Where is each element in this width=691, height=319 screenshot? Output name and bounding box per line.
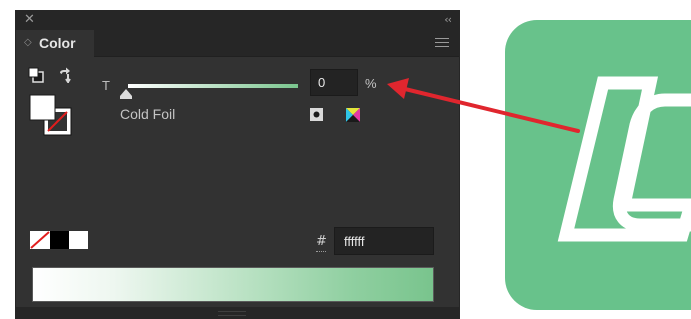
panel-menu-icon[interactable]: [435, 38, 449, 48]
hex-value-input[interactable]: ffffff: [334, 227, 434, 255]
spot-color-name: Cold Foil: [120, 106, 176, 122]
tint-label: T: [102, 78, 110, 93]
collapse-icon[interactable]: ‹‹: [444, 12, 452, 28]
black-swatch[interactable]: [50, 231, 69, 249]
close-icon[interactable]: ✕: [24, 12, 35, 28]
tab-color-label: Color: [39, 35, 76, 51]
panel-title-strip: ✕ ‹‹: [16, 11, 459, 30]
tab-expand-arrows-icon[interactable]: ◇: [24, 35, 32, 51]
fill-stroke-swatch[interactable]: [29, 94, 73, 138]
none-swatch-icon[interactable]: [30, 231, 50, 249]
tint-slider-handle[interactable]: [120, 89, 132, 99]
resize-grip[interactable]: [218, 311, 246, 316]
spot-mode-icon[interactable]: [310, 108, 323, 121]
tint-slider-track[interactable]: [128, 84, 298, 88]
hex-hash-label: #: [316, 234, 327, 249]
percent-label: %: [365, 76, 377, 91]
hash-underline: [316, 251, 326, 254]
swap-fill-stroke-icon[interactable]: [57, 67, 75, 83]
tab-color[interactable]: ◇ Color: [16, 30, 94, 57]
process-cmyk-icon[interactable]: [346, 108, 360, 122]
color-panel: ✕ ‹‹ ◇ Color T Cold Foil 0 % # ffffff: [15, 10, 460, 319]
tint-value-input[interactable]: 0: [310, 69, 358, 96]
panel-tab-bar: ◇ Color: [16, 30, 459, 57]
white-swatch[interactable]: [69, 231, 88, 249]
color-ramp[interactable]: [32, 267, 434, 302]
default-fill-stroke-icon[interactable]: [28, 67, 44, 83]
